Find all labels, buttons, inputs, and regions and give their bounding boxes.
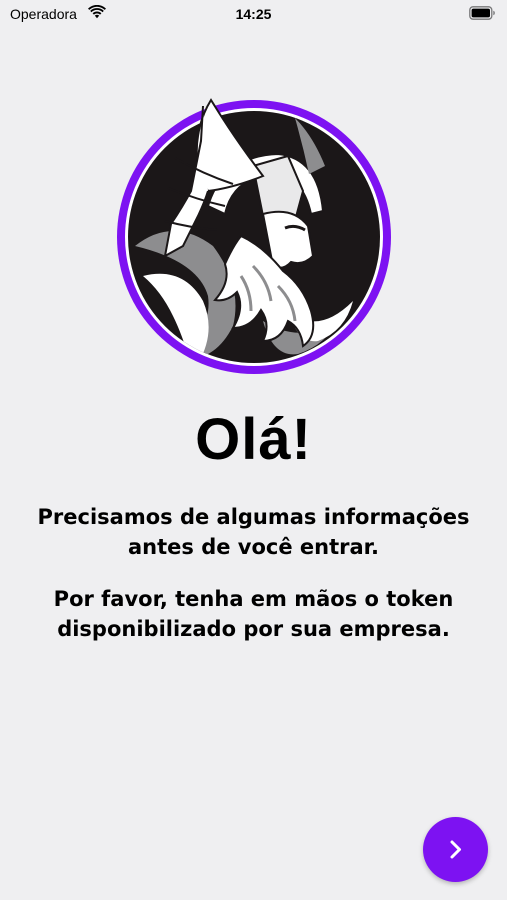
viking-warrior-logo — [117, 98, 391, 374]
battery-icon — [469, 6, 495, 20]
welcome-screen: Operadora 14:25 Olá! Precisamos de algum… — [0, 0, 507, 900]
token-paragraph: Por favor, tenha em mãos o token disponi… — [53, 587, 454, 641]
greeting-title: Olá! — [195, 407, 312, 472]
clock-label: 14:25 — [235, 6, 272, 22]
chevron-right-icon — [450, 840, 461, 859]
status-bar: Operadora 14:25 — [0, 0, 507, 28]
next-button[interactable] — [423, 817, 488, 882]
info-paragraph: Precisamos de algumas informações antes … — [37, 505, 470, 559]
